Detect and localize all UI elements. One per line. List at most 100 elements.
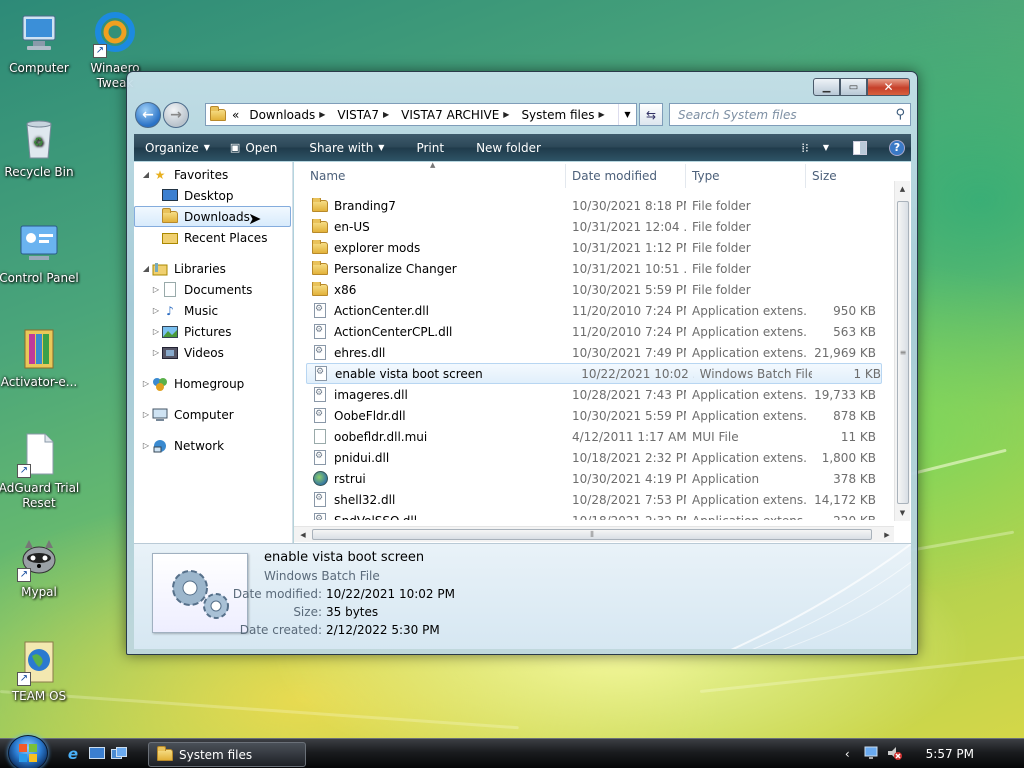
file-row[interactable]: explorer mods 10/31/2021 1:12 PM File fold… bbox=[294, 237, 884, 258]
refresh-button[interactable]: ⇆ bbox=[639, 103, 663, 126]
close-button[interactable]: ✕ bbox=[867, 78, 910, 96]
collapsed-arrow-icon[interactable]: ▷ bbox=[140, 441, 152, 450]
file-name-cell[interactable]: shell32.dll bbox=[294, 492, 566, 508]
column-header-size[interactable]: Size bbox=[806, 164, 884, 188]
breadcrumb-arrow-icon[interactable]: ▶ bbox=[319, 110, 325, 119]
nav-network[interactable]: ▷ Network bbox=[134, 435, 292, 456]
horizontal-scrollbar[interactable]: ◀ ⦀ ▶ bbox=[294, 526, 894, 542]
file-name-cell[interactable]: x86 bbox=[294, 281, 566, 298]
preview-pane-icon[interactable] bbox=[853, 140, 867, 155]
share-with-button[interactable]: Share with ▼ bbox=[287, 134, 394, 161]
clock[interactable]: 5:57 PM bbox=[926, 747, 974, 761]
breadcrumb-vista7-archive[interactable]: VISTA7 ARCHIVE ▶ bbox=[401, 108, 515, 122]
search-icon[interactable]: ⚲ bbox=[895, 107, 905, 122]
nav-favorites[interactable]: ◢ ★ Favorites bbox=[134, 164, 292, 185]
print-button[interactable]: Print bbox=[394, 134, 454, 161]
show-hidden-icons-icon[interactable]: ‹ bbox=[845, 747, 850, 761]
nav-documents[interactable]: ▷ Documents bbox=[134, 279, 292, 300]
back-button[interactable]: ← bbox=[135, 102, 161, 128]
nav-libraries[interactable]: ◢ Libraries bbox=[134, 258, 292, 279]
desktop-icon-team-os[interactable]: ↗ TEAM OS bbox=[0, 638, 84, 704]
maximize-button[interactable]: ▭ bbox=[840, 78, 867, 96]
nav-computer[interactable]: ▷ Computer bbox=[134, 404, 292, 425]
nav-recent-places[interactable]: Recent Places bbox=[134, 227, 292, 248]
desktop-icon-adguard[interactable]: ↗ AdGuard Trial Reset bbox=[0, 430, 84, 511]
collapsed-arrow-icon[interactable]: ▷ bbox=[140, 379, 152, 388]
start-button[interactable] bbox=[8, 735, 48, 768]
new-folder-button[interactable]: New folder bbox=[454, 134, 551, 161]
breadcrumb-system-files[interactable]: System files ▶ bbox=[521, 108, 610, 122]
file-row[interactable]: rstrui 10/30/2021 4:19 PM Application 378 K… bbox=[294, 468, 884, 489]
nav-videos[interactable]: ▷ Videos bbox=[134, 342, 292, 363]
taskbar-button-system-files[interactable]: System files bbox=[148, 742, 306, 767]
file-name-cell[interactable]: explorer mods bbox=[294, 239, 566, 256]
file-row[interactable]: shell32.dll 10/28/2021 7:53 PM Application… bbox=[294, 489, 884, 510]
file-name-cell[interactable]: oobefldr.dll.mui bbox=[294, 429, 566, 445]
file-row[interactable]: Personalize Changer 10/31/2021 10:51 ... F… bbox=[294, 258, 884, 279]
file-row[interactable]: ActionCenterCPL.dll 11/20/2010 7:24 PM App… bbox=[294, 321, 884, 342]
minimize-button[interactable]: ▁ bbox=[813, 78, 840, 96]
file-row[interactable]: ActionCenter.dll 11/20/2010 7:24 PM Applic… bbox=[294, 300, 884, 321]
file-row[interactable]: pnidui.dll 10/18/2021 2:32 PM Application … bbox=[294, 447, 884, 468]
address-bar[interactable]: « Downloads ▶ VISTA7 ▶ VISTA7 ARCHIVE ▶ Sys… bbox=[205, 103, 637, 126]
view-options-icon[interactable]: ⁞⁝ ▼ bbox=[801, 141, 829, 155]
help-icon[interactable]: ? bbox=[889, 139, 905, 156]
file-row[interactable]: oobefldr.dll.mui 4/12/2011 1:17 AM MUI Fil… bbox=[294, 426, 884, 447]
file-name-cell[interactable]: Branding7 bbox=[294, 197, 566, 214]
file-name-cell[interactable]: ehres.dll bbox=[294, 345, 566, 361]
show-desktop-icon[interactable] bbox=[88, 745, 106, 763]
column-header-name[interactable]: ▲ Name bbox=[294, 161, 566, 188]
search-input[interactable]: Search System files ⚲ bbox=[669, 103, 911, 126]
open-button[interactable]: ▣ Open bbox=[220, 134, 287, 161]
breadcrumb-arrow-icon[interactable]: ▶ bbox=[503, 110, 509, 119]
file-name-cell[interactable]: imageres.dll bbox=[294, 387, 566, 403]
column-header-type[interactable]: Type bbox=[686, 164, 806, 188]
collapsed-arrow-icon[interactable]: ▷ bbox=[150, 348, 162, 357]
address-dropdown-icon[interactable]: ▼ bbox=[618, 104, 636, 125]
file-row[interactable]: ehres.dll 10/30/2021 7:49 PM Application e… bbox=[294, 342, 884, 363]
desktop-icon-activator[interactable]: Activator-e... bbox=[0, 324, 84, 390]
expanded-arrow-icon[interactable]: ◢ bbox=[140, 264, 152, 273]
switch-windows-icon[interactable] bbox=[110, 745, 128, 763]
scroll-down-arrow-icon[interactable]: ▼ bbox=[895, 505, 910, 521]
desktop-icon-recycle-bin[interactable]: ♻ Recycle Bin bbox=[0, 114, 84, 180]
scroll-up-arrow-icon[interactable]: ▲ bbox=[895, 181, 910, 197]
vertical-scrollbar[interactable]: ▲ ≡ ▼ bbox=[894, 181, 910, 521]
column-header-date-modified[interactable]: Date modified bbox=[566, 164, 686, 188]
breadcrumb-vista7[interactable]: VISTA7 ▶ bbox=[337, 108, 395, 122]
nav-downloads[interactable]: Downloads ➤ bbox=[134, 206, 291, 228]
file-name-cell[interactable]: pnidui.dll bbox=[294, 450, 566, 466]
breadcrumb-arrow-icon[interactable]: ▶ bbox=[599, 110, 605, 119]
collapsed-arrow-icon[interactable]: ▷ bbox=[150, 327, 162, 336]
file-name-cell[interactable]: SndVolSSO.dll bbox=[294, 513, 566, 520]
file-row[interactable]: imageres.dll 10/28/2021 7:43 PM Applicatio… bbox=[294, 384, 884, 405]
expanded-arrow-icon[interactable]: ◢ bbox=[140, 170, 152, 179]
file-row[interactable]: x86 10/30/2021 5:59 PM File folder bbox=[294, 279, 884, 300]
file-row[interactable]: enable vista boot screen 10/22/2021 10:02… bbox=[306, 363, 882, 384]
file-row[interactable]: Branding7 10/30/2021 8:18 PM File folder bbox=[294, 195, 884, 216]
nav-desktop[interactable]: Desktop bbox=[134, 185, 292, 206]
file-name-cell[interactable]: enable vista boot screen bbox=[307, 366, 575, 382]
scroll-right-arrow-icon[interactable]: ▶ bbox=[880, 527, 894, 542]
nav-pictures[interactable]: ▷ Pictures bbox=[134, 321, 292, 342]
forward-button[interactable]: → bbox=[163, 102, 189, 128]
network-status-icon[interactable] bbox=[864, 745, 880, 764]
file-name-cell[interactable]: rstrui bbox=[294, 471, 566, 487]
file-row[interactable]: SndVolSSO.dll 10/18/2021 2:32 PMApplicati… bbox=[294, 510, 884, 520]
internet-explorer-icon[interactable]: e bbox=[64, 745, 82, 763]
file-row[interactable]: en-US 10/31/2021 12:04 ... File folder bbox=[294, 216, 884, 237]
breadcrumb-downloads[interactable]: Downloads ▶ bbox=[249, 108, 331, 122]
scroll-left-arrow-icon[interactable]: ◀ bbox=[296, 527, 310, 542]
collapsed-arrow-icon[interactable]: ▷ bbox=[140, 410, 152, 419]
nav-music[interactable]: ▷ ♪ Music bbox=[134, 300, 292, 321]
address-overflow[interactable]: « bbox=[232, 108, 239, 122]
desktop-icon-control-panel[interactable]: Control Panel bbox=[0, 220, 84, 286]
file-name-cell[interactable]: ActionCenterCPL.dll bbox=[294, 324, 566, 340]
file-row[interactable]: OobeFldr.dll 10/30/2021 5:59 PM Applicatio… bbox=[294, 405, 884, 426]
collapsed-arrow-icon[interactable]: ▷ bbox=[150, 285, 162, 294]
file-name-cell[interactable]: ActionCenter.dll bbox=[294, 303, 566, 319]
file-name-cell[interactable]: en-US bbox=[294, 218, 566, 235]
desktop-icon-mypal[interactable]: ↗ Mypal bbox=[0, 534, 84, 600]
file-name-cell[interactable]: Personalize Changer bbox=[294, 260, 566, 277]
nav-homegroup[interactable]: ▷ Homegroup bbox=[134, 373, 292, 394]
